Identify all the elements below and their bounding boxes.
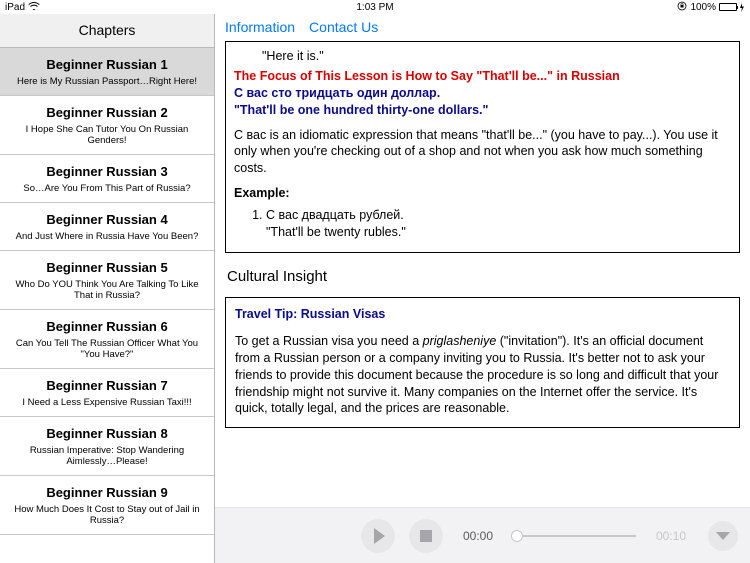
lesson-english: "That'll be one hundred thirty-one dolla… [234,102,731,119]
lesson-focus: The Focus of This Lesson is How to Say "… [234,68,731,85]
scrubber[interactable] [513,535,636,537]
chapter-item[interactable]: Beginner Russian 3 So…Are You From This P… [0,155,214,203]
collapse-button[interactable] [708,521,738,551]
chapter-subtitle: I Hope She Can Tutor You On Russian Gend… [6,124,208,146]
chapter-title: Beginner Russian 7 [6,378,208,393]
insight-body: To get a Russian visa you need a priglas… [235,333,730,417]
status-bar: iPad 1:03 PM 100% [0,0,750,14]
status-time: 1:03 PM [252,2,499,13]
chapter-item[interactable]: Beginner Russian 9 How Much Does It Cost … [0,476,214,535]
information-link[interactable]: Information [225,19,295,35]
example-russian: С вас двадцать рублей. [266,207,731,224]
chapter-subtitle: Who Do YOU Think You Are Talking To Like… [6,279,208,301]
stop-icon [420,530,432,542]
orientation-lock-icon [677,1,687,14]
lesson-box: "Here it is." The Focus of This Lesson i… [225,41,740,253]
lesson-content[interactable]: "Here it is." The Focus of This Lesson i… [215,41,750,507]
cultural-insight-heading: Cultural Insight [227,267,738,287]
sidebar: Chapters Beginner Russian 1 Here is My Ru… [0,14,215,563]
chapter-subtitle: Can You Tell The Russian Officer What Yo… [6,338,208,360]
time-total: 00:10 [656,529,686,543]
chapter-title: Beginner Russian 9 [6,485,208,500]
chapter-title: Beginner Russian 8 [6,426,208,441]
chapter-subtitle: So…Are You From This Part of Russia? [6,183,208,194]
play-button[interactable] [361,519,395,553]
insight-term: priglasheniye [423,334,497,348]
chevron-down-icon [716,532,730,540]
audio-player: 00:00 00:10 [215,507,750,563]
chapter-item[interactable]: Beginner Russian 5 Who Do YOU Think You A… [0,251,214,310]
status-left: iPad [5,1,252,13]
scrubber-thumb[interactable] [511,530,523,542]
battery-icon [719,3,745,12]
example-english: "That'll be twenty rubles." [266,224,731,241]
cultural-insight-box: Travel Tip: Russian Visas To get a Russi… [225,297,740,428]
chapter-list[interactable]: Beginner Russian 1 Here is My Russian Pas… [0,48,214,563]
chapter-subtitle: And Just Where in Russia Have You Been? [6,231,208,242]
insight-title: Travel Tip: Russian Visas [235,306,730,323]
chapter-title: Beginner Russian 6 [6,319,208,334]
chapter-subtitle: How Much Does It Cost to Stay out of Jai… [6,504,208,526]
chapter-title: Beginner Russian 4 [6,212,208,227]
contact-us-link[interactable]: Contact Us [309,19,378,35]
chapter-subtitle: I Need a Less Expensive Russian Taxi!!! [6,397,208,408]
chapter-item[interactable]: Beginner Russian 1 Here is My Russian Pas… [0,48,214,96]
example-label: Example: [234,185,731,202]
lesson-body: С вас is an idiomatic expression that me… [234,127,731,178]
device-label: iPad [5,2,25,13]
sidebar-title: Chapters [0,14,214,48]
chapter-title: Beginner Russian 1 [6,57,208,72]
chapter-item[interactable]: Beginner Russian 6 Can You Tell The Russi… [0,310,214,369]
lesson-russian: С вас сто тридцать один доллар. [234,85,731,102]
chapter-item[interactable]: Beginner Russian 7 I Need a Less Expensiv… [0,369,214,417]
top-links: Information Contact Us [215,14,750,41]
insight-body-pre: To get a Russian visa you need a [235,334,423,348]
chapter-item[interactable]: Beginner Russian 2 I Hope She Can Tutor Y… [0,96,214,155]
chapter-subtitle: Here is My Russian Passport…Right Here! [6,76,208,87]
wifi-icon [28,1,40,13]
main-panel: Information Contact Us "Here it is." The… [215,14,750,563]
play-icon [374,528,385,544]
battery-pct: 100% [690,2,716,13]
chapter-item[interactable]: Beginner Russian 4 And Just Where in Russ… [0,203,214,251]
status-right: 100% [498,1,745,14]
chapter-subtitle: Russian Imperative: Stop Wandering Aimle… [6,445,208,467]
time-current: 00:00 [463,529,493,543]
chapter-title: Beginner Russian 2 [6,105,208,120]
example-list: С вас двадцать рублей. "That'll be twent… [258,207,731,241]
chapter-title: Beginner Russian 3 [6,164,208,179]
chapter-item[interactable]: Beginner Russian 8 Russian Imperative: St… [0,417,214,476]
here-it-is-text: "Here it is." [234,48,731,65]
stop-button[interactable] [409,519,443,553]
chapter-title: Beginner Russian 5 [6,260,208,275]
